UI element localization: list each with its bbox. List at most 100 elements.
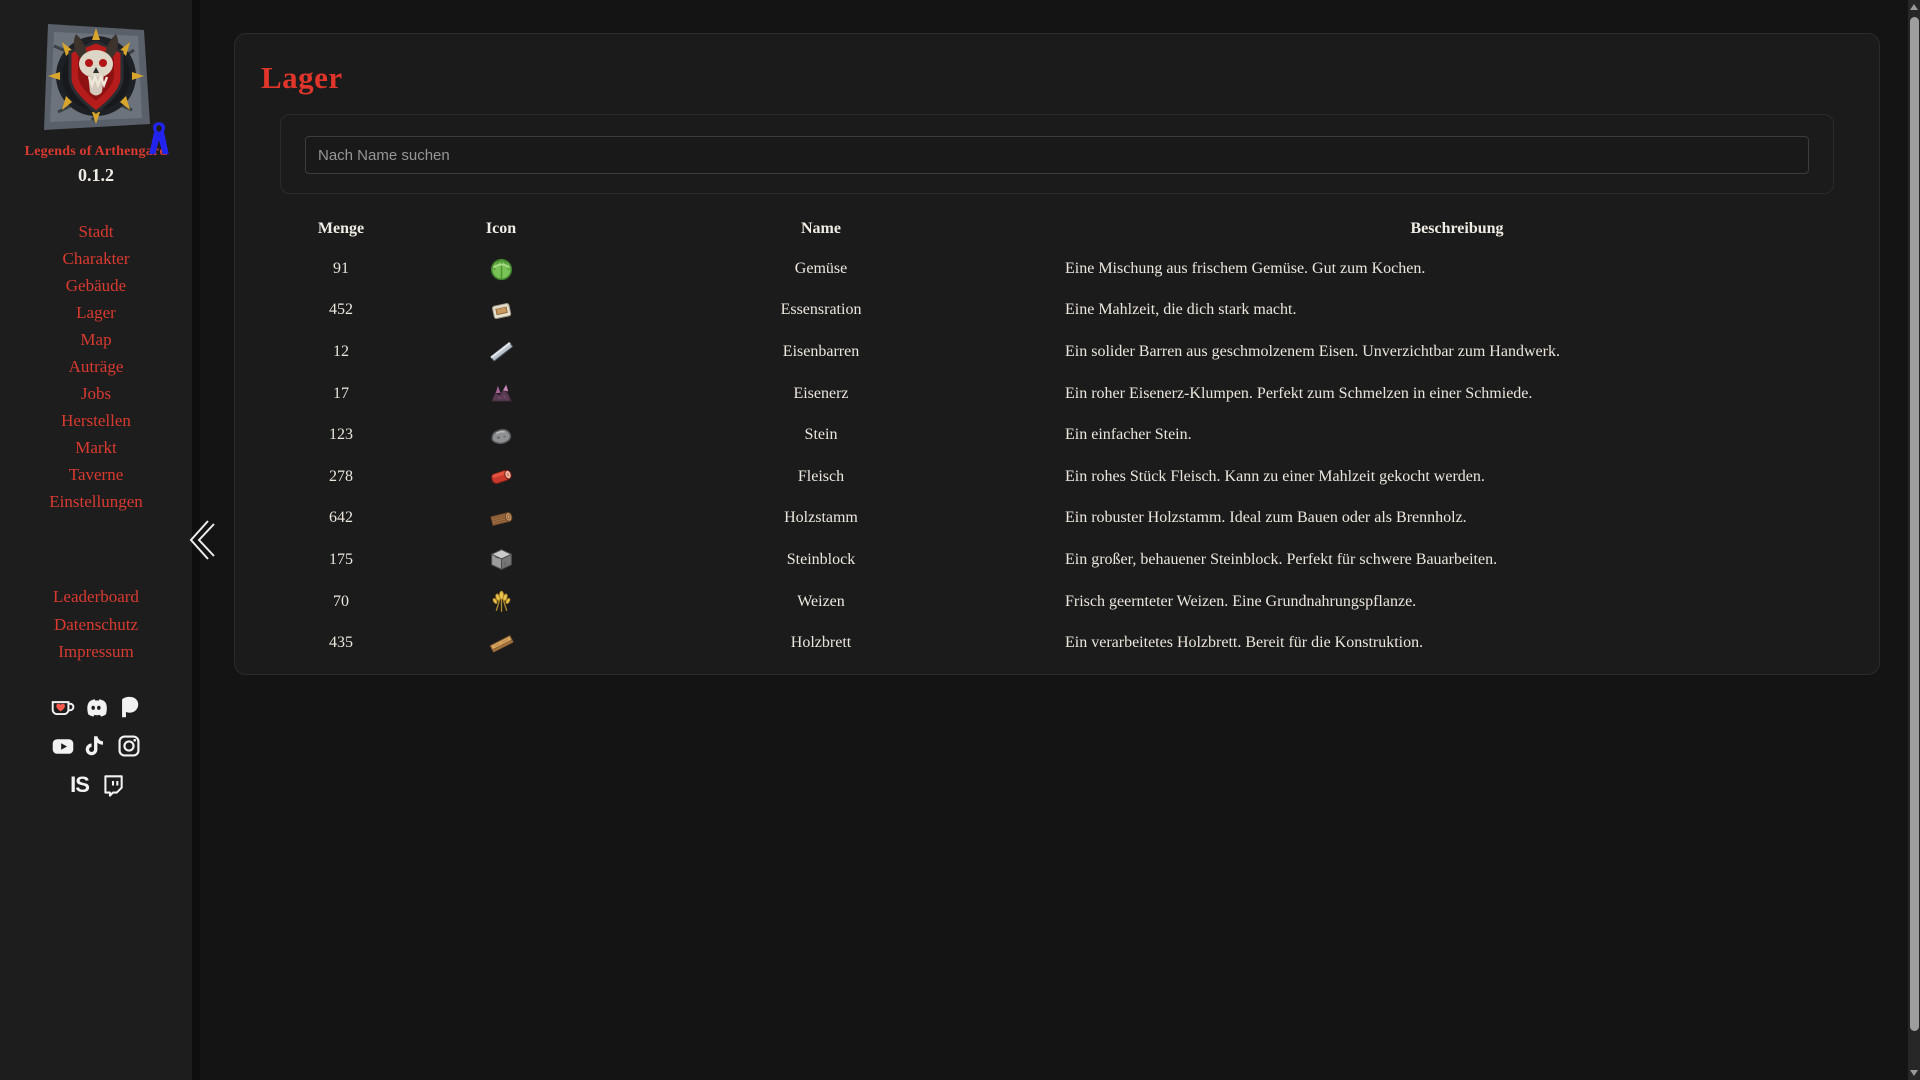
app-version: 0.1.2 — [0, 165, 192, 186]
table-row: 452 Essensration Eine Mahlzeit, die dich… — [261, 290, 1853, 332]
ration-icon — [488, 297, 515, 324]
sidebar-item-charakter[interactable]: Charakter — [0, 245, 192, 272]
sidebar-item-jobs[interactable]: Jobs — [0, 380, 192, 407]
header-icon: Icon — [421, 210, 581, 248]
scrollbar-down-arrow[interactable] — [1908, 1066, 1920, 1080]
is-logo: IS — [70, 772, 89, 798]
amount-cell: 278 — [261, 456, 421, 498]
table-header-row: Menge Icon Name Beschreibung — [261, 210, 1853, 248]
sidebar-item-autraege[interactable]: Auträge — [0, 353, 192, 380]
sidebar-item-map[interactable]: Map — [0, 326, 192, 353]
amount-cell: 70 — [261, 581, 421, 623]
tiktok-icon — [83, 733, 109, 759]
table-row: 17 Eisenerz Ein roher Eisenerz-Klumpen. … — [261, 373, 1853, 415]
header-menge: Menge — [261, 210, 421, 248]
tiktok-link[interactable] — [83, 733, 109, 759]
name-cell: Holzbrett — [581, 622, 1061, 664]
discord-icon — [83, 694, 109, 720]
table-row: 175 Steinblock Ein großer, behauener Ste… — [261, 539, 1853, 581]
description-cell: Ein einfacher Stein. — [1061, 414, 1853, 456]
amount-cell: 17 — [261, 373, 421, 415]
table-row: 278 Fleisch Ein rohes Stück Fleisc — [261, 456, 1853, 498]
plank-icon — [488, 630, 515, 657]
sidebar-item-einstellungen[interactable]: Einstellungen — [0, 488, 192, 515]
youtube-icon — [50, 733, 76, 759]
sidebar-item-taverne[interactable]: Taverne — [0, 461, 192, 488]
name-cell: Gemüse — [581, 248, 1061, 290]
sidebar: Legends of Arthengard 0.1.2 Stadt Charak… — [0, 0, 200, 1080]
table-row: 123 Stein Ein einfacher Stein. — [261, 414, 1853, 456]
description-cell: Eine Mahlzeit, die dich stark macht. — [1061, 290, 1853, 332]
instagram-icon — [116, 733, 142, 759]
scrollbar-up-arrow[interactable] — [1908, 0, 1920, 14]
search-input[interactable] — [305, 136, 1809, 174]
sidebar-item-datenschutz[interactable]: Datenschutz — [0, 611, 192, 639]
table-row: 70 Weizen — [261, 581, 1853, 623]
patreon-icon — [116, 694, 142, 720]
amount-cell: 12 — [261, 331, 421, 373]
kofi-icon — [50, 694, 76, 720]
description-cell: Frisch geernteter Weizen. Eine Grundnahr… — [1061, 581, 1853, 623]
description-cell: Ein roher Eisenerz-Klumpen. Perfekt zum … — [1061, 373, 1853, 415]
header-beschreibung: Beschreibung — [1061, 210, 1853, 248]
social-links: IS — [0, 694, 192, 798]
amount-cell: 642 — [261, 498, 421, 540]
description-cell: Ein solider Barren aus geschmolzenem Eis… — [1061, 331, 1853, 373]
sidebar-item-stadt[interactable]: Stadt — [0, 218, 192, 245]
sidebar-nav: Stadt Charakter Gebäude Lager Map Auträg… — [0, 218, 192, 515]
iron-bar-icon — [488, 338, 515, 365]
scrollbar-thumb[interactable] — [1910, 17, 1919, 1031]
name-cell: Holzstamm — [581, 498, 1061, 540]
name-cell: Eisenbarren — [581, 331, 1061, 373]
blue-ribbon-icon — [146, 120, 172, 158]
storage-table: Menge Icon Name Beschreibung 91 — [261, 210, 1853, 664]
description-cell: Ein rohes Stück Fleisch. Kann zu einer M… — [1061, 456, 1853, 498]
log-icon — [488, 505, 515, 532]
iron-ore-icon — [488, 380, 515, 407]
chevron-left-icon — [181, 512, 223, 568]
stone-block-icon — [488, 546, 515, 573]
table-row: 12 Eisenbarren Ein solider Barren aus ge… — [261, 331, 1853, 373]
sidebar-item-gebaeude[interactable]: Gebäude — [0, 272, 192, 299]
amount-cell: 435 — [261, 622, 421, 664]
description-cell: Ein großer, behauener Steinblock. Perfek… — [1061, 539, 1853, 581]
vertical-scrollbar[interactable] — [1908, 0, 1920, 1080]
header-name: Name — [581, 210, 1061, 248]
twitch-icon — [100, 772, 126, 798]
vegetable-icon — [488, 255, 515, 282]
patreon-link[interactable] — [116, 694, 142, 720]
twitch-link[interactable] — [100, 772, 126, 798]
name-cell: Weizen — [581, 581, 1061, 623]
kofi-link[interactable] — [50, 694, 76, 720]
amount-cell: 175 — [261, 539, 421, 581]
sidebar-item-lager[interactable]: Lager — [0, 299, 192, 326]
amount-cell: 452 — [261, 290, 421, 332]
page-title: Lager — [261, 60, 1853, 96]
description-cell: Eine Mischung aus frischem Gemüse. Gut z… — [1061, 248, 1853, 290]
table-row: 435 Holzbrett Ein verarbeitetes Holzbret… — [261, 622, 1853, 664]
sidebar-item-impressum[interactable]: Impressum — [0, 638, 192, 666]
name-cell: Stein — [581, 414, 1061, 456]
sidebar-item-herstellen[interactable]: Herstellen — [0, 407, 192, 434]
sidebar-collapse-button[interactable] — [181, 512, 223, 568]
search-panel — [280, 114, 1834, 194]
app-logo[interactable] — [34, 16, 158, 140]
discord-link[interactable] — [83, 694, 109, 720]
sidebar-item-leaderboard[interactable]: Leaderboard — [0, 583, 192, 611]
meat-icon — [488, 463, 515, 490]
description-cell: Ein verarbeitetes Holzbrett. Bereit für … — [1061, 622, 1853, 664]
sidebar-item-markt[interactable]: Markt — [0, 434, 192, 461]
youtube-link[interactable] — [50, 733, 76, 759]
description-cell: Ein robuster Holzstamm. Ideal zum Bauen … — [1061, 498, 1853, 540]
wheat-icon — [488, 588, 515, 615]
game-logo-icon — [34, 16, 158, 140]
name-cell: Essensration — [581, 290, 1061, 332]
sidebar-footer-links: Leaderboard Datenschutz Impressum — [0, 583, 192, 666]
instagram-link[interactable] — [116, 733, 142, 759]
name-cell: Fleisch — [581, 456, 1061, 498]
is-link[interactable]: IS — [67, 772, 93, 798]
amount-cell: 91 — [261, 248, 421, 290]
table-row: 91 Gemüse Eine Mischung aus frischem Gem… — [261, 248, 1853, 290]
table-row: 642 Holzstamm Ein robuster Holzsta — [261, 498, 1853, 540]
stone-icon — [488, 422, 515, 449]
